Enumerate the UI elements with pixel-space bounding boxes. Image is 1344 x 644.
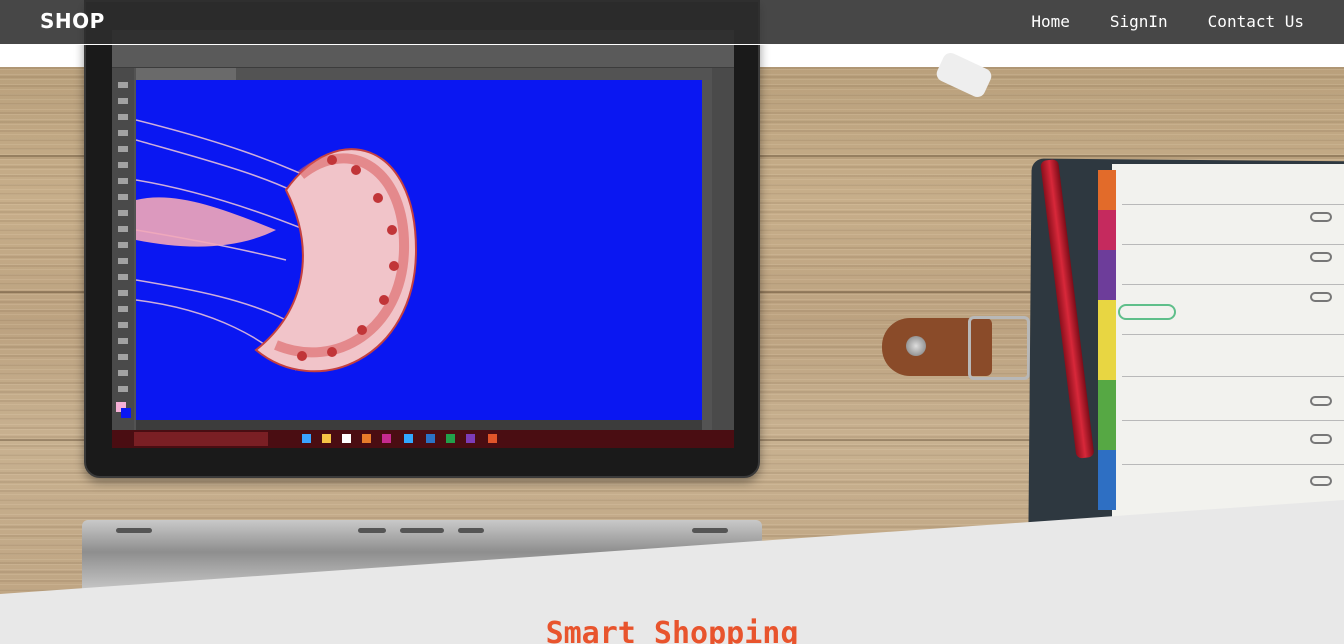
- brand-logo[interactable]: SHOP: [40, 9, 105, 33]
- nav-link-signin[interactable]: SignIn: [1110, 12, 1168, 31]
- editor-toolbox: [112, 68, 134, 430]
- editor-doc-tab: [136, 68, 236, 80]
- editor-panels: [712, 68, 734, 430]
- laptop: [84, 0, 760, 478]
- os-taskbar: [112, 430, 734, 448]
- editor-options-bar: [112, 44, 734, 68]
- nav-links: Home SignIn Contact Us: [1031, 12, 1304, 31]
- editor-statusbar: [136, 420, 702, 430]
- section-title: Smart Shopping: [545, 616, 799, 644]
- laptop-keyboard: [82, 520, 762, 600]
- jellyfish-canvas: [136, 80, 702, 420]
- nav-link-home[interactable]: Home: [1031, 12, 1070, 31]
- nav-link-contact[interactable]: Contact Us: [1208, 12, 1304, 31]
- taskbar-search-box: [134, 432, 268, 446]
- hero-banner: [0, 0, 1344, 600]
- top-navbar: SHOP Home SignIn Contact Us: [0, 0, 1344, 45]
- laptop-screen: [112, 30, 734, 448]
- jellyfish-illustration: [136, 119, 418, 373]
- metal-buckle: [968, 316, 1030, 380]
- paperclip: [1118, 304, 1176, 320]
- rivet: [906, 336, 926, 356]
